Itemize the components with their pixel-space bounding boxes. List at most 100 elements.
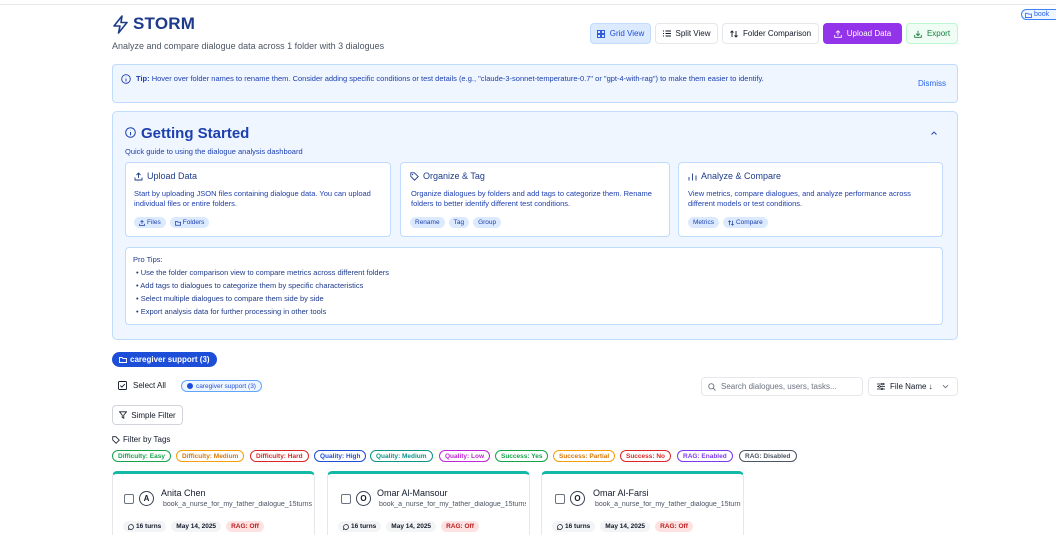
tag-success-yes[interactable]: Success: Yes	[495, 450, 549, 462]
date-badge: May 14, 2025	[386, 521, 437, 532]
simple-filter-label: Simple Filter	[131, 410, 176, 420]
list-icon	[662, 30, 671, 37]
dialogue-file: book_a_nurse_for_my_father_dialogue_15tu…	[377, 501, 526, 508]
chat-bubble-icon	[343, 523, 349, 530]
pro-tip-item: • Export analysis data for further proce…	[136, 307, 327, 316]
folders-pill[interactable]: Folders	[169, 217, 210, 228]
top-divider	[0, 4, 1056, 5]
folder-comparison-button[interactable]: Folder Comparison	[722, 23, 819, 44]
turns-badge: 16 turns	[552, 521, 596, 532]
turns-text: 16 turns	[351, 523, 377, 530]
folder-tab-caregiver-support[interactable]: caregiver support (3)	[112, 352, 217, 367]
dialogue-checkbox[interactable]	[341, 494, 351, 504]
card-description: View metrics, compare dialogues, and ana…	[688, 189, 911, 208]
turns-text: 16 turns	[565, 523, 591, 530]
card-pills: Metrics Compare	[688, 217, 768, 228]
tag-difficulty-hard[interactable]: Difficulty: Hard	[250, 450, 309, 462]
card-title-text: Organize & Tag	[423, 171, 485, 181]
dialogue-card[interactable]: O Omar Al-Mansour book_a_nurse_for_my_fa…	[327, 471, 530, 535]
tip-body: Hover over folder names to rename them. …	[151, 74, 764, 83]
grid-view-button[interactable]: Grid View	[590, 23, 651, 44]
sort-icon	[877, 383, 885, 390]
tag-rag-disabled[interactable]: RAG: Disabled	[739, 450, 797, 462]
tip-label: Tip:	[136, 74, 150, 83]
tag-difficulty-medium[interactable]: Difficulty: Medium	[176, 450, 245, 462]
upload-icon	[834, 29, 842, 38]
select-all-label: Select All	[133, 381, 166, 390]
getting-started-subtitle: Quick guide to using the dialogue analys…	[125, 147, 303, 156]
upload-icon	[134, 171, 143, 180]
chevron-up-icon[interactable]	[930, 130, 938, 136]
tag-quality-low[interactable]: Quality: Low	[439, 450, 490, 462]
tag-success-no[interactable]: Success: No	[620, 450, 672, 462]
export-button[interactable]: Export	[906, 23, 958, 44]
dialogue-meta: 16 turns May 14, 2025 RAG: Off	[123, 521, 264, 532]
dismiss-button[interactable]: Dismiss	[918, 79, 946, 88]
download-icon	[914, 30, 922, 38]
files-pill[interactable]: Files	[134, 217, 166, 228]
avatar: O	[570, 491, 585, 506]
dialogue-file-name: book_a_nurse_for_my_father_dialogue_15tu…	[379, 501, 526, 508]
info-icon	[125, 127, 136, 138]
folder-chip-label: caregiver support (3)	[196, 382, 256, 390]
tag-icon	[410, 171, 419, 181]
chevron-down-icon	[942, 384, 949, 389]
pill-label: Files	[147, 219, 161, 226]
pro-tips-title: Pro Tips:	[133, 255, 163, 264]
app-subtitle: Analyze and compare dialogue data across…	[112, 41, 385, 51]
folder-filter-chip[interactable]: caregiver support (3)	[181, 380, 262, 392]
chat-bubble-icon	[128, 523, 134, 530]
dialogue-file: book_a_nurse_for_my_father_dialogue_15tu…	[593, 501, 741, 508]
grid-icon	[596, 29, 605, 38]
folder-badge[interactable]: book	[1021, 9, 1056, 20]
pro-tip-item: • Select multiple dialogues to compare t…	[136, 294, 324, 303]
dialogue-card[interactable]: O Omar Al-Farsi book_a_nurse_for_my_fath…	[541, 471, 744, 535]
select-all-button[interactable]: Select All	[118, 381, 166, 390]
grid-view-label: Grid View	[609, 29, 645, 38]
dialogue-card[interactable]: A Anita Chen book_a_nurse_for_my_father_…	[112, 471, 315, 535]
dialogue-file: book_a_nurse_for_my_father_dialogue_15tu…	[161, 501, 312, 508]
card-description: Organize dialogues by folders and add ta…	[411, 189, 652, 208]
compare-pill[interactable]: Compare	[722, 217, 768, 228]
upload-data-card: Upload Data Start by uploading JSON file…	[125, 162, 391, 237]
pro-tip-text: Select multiple dialogues to compare the…	[140, 294, 324, 303]
search-icon	[708, 382, 716, 391]
pro-tip-text: Export analysis data for further process…	[140, 307, 327, 316]
group-pill[interactable]: Group	[473, 217, 502, 228]
avatar: A	[139, 491, 154, 506]
folder-tab-label: caregiver support (3)	[130, 355, 210, 364]
folder-icon	[174, 220, 181, 226]
tag-quality-medium[interactable]: Quality: Medium	[370, 450, 433, 462]
pill-label: Folders	[182, 219, 205, 226]
tag-success-partial[interactable]: Success: Partial	[553, 450, 616, 462]
simple-filter-button[interactable]: Simple Filter	[112, 405, 183, 425]
pro-tip-text: Add tags to dialogues to categorize them…	[140, 281, 364, 290]
search-input[interactable]	[721, 382, 856, 391]
turns-text: 16 turns	[136, 523, 162, 530]
rag-badge: RAG: Off	[441, 521, 479, 532]
upload-data-button[interactable]: Upload Data	[823, 23, 902, 44]
tag-pill[interactable]: Tag	[448, 217, 470, 228]
search-box[interactable]	[701, 377, 863, 396]
export-label: Export	[926, 29, 951, 38]
date-badge: May 14, 2025	[171, 521, 222, 532]
dialogue-file-name: book_a_nurse_for_my_father_dialogue_15tu…	[595, 501, 741, 508]
pro-tip-item: • Use the folder comparison view to comp…	[136, 268, 390, 277]
sort-select[interactable]: File Name ↓	[868, 377, 958, 396]
tag-rag-enabled[interactable]: RAG: Enabled	[677, 450, 733, 462]
tag-quality-high[interactable]: Quality: High	[314, 450, 367, 462]
card-title-text: Upload Data	[147, 171, 198, 181]
tip-text: Tip: Hover over folder names to rename t…	[136, 74, 764, 83]
dialogue-checkbox[interactable]	[124, 494, 134, 504]
app-title: STORM	[133, 14, 196, 33]
rename-pill[interactable]: Rename	[410, 217, 445, 228]
lightning-icon	[113, 15, 128, 34]
getting-started-title: Getting Started	[141, 125, 250, 142]
split-view-button[interactable]: Split View	[655, 23, 718, 44]
pill-label: Compare	[735, 219, 763, 226]
dialogue-checkbox[interactable]	[555, 494, 565, 504]
rag-badge: RAG: Off	[655, 521, 693, 532]
chat-bubble-icon	[557, 523, 563, 530]
metrics-pill[interactable]: Metrics	[688, 217, 719, 228]
tag-difficulty-easy[interactable]: Difficulty: Easy	[112, 450, 171, 462]
